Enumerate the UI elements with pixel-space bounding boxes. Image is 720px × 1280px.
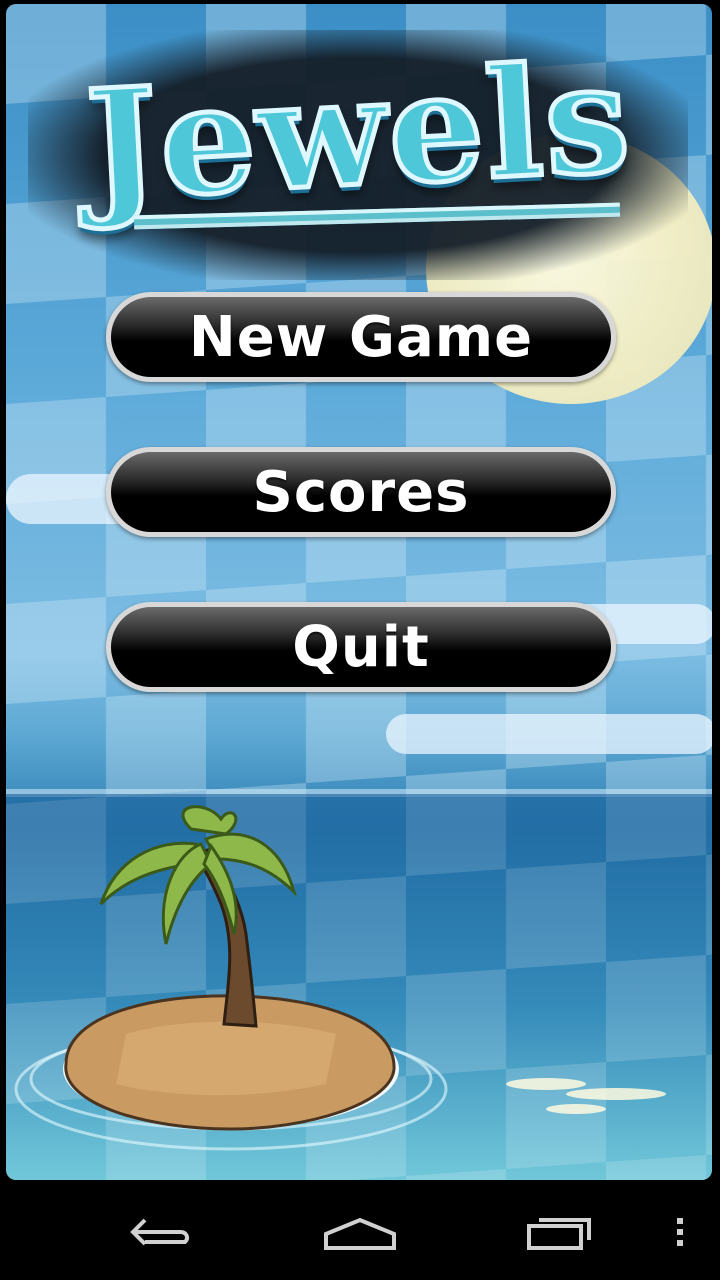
cloud [386, 714, 712, 754]
overflow-menu-icon [677, 1218, 683, 1246]
recents-button[interactable] [520, 1200, 600, 1264]
palm-leaves [99, 805, 297, 945]
new-game-label: New Game [188, 304, 534, 370]
quit-button[interactable]: Quit [106, 602, 616, 692]
back-icon [130, 1218, 190, 1246]
scores-label: Scores [252, 459, 470, 525]
overflow-menu-button[interactable] [660, 1200, 700, 1264]
recents-icon [527, 1218, 591, 1250]
island-illustration [14, 805, 666, 1151]
back-button[interactable] [120, 1200, 200, 1264]
game-screen: Jewels New Game Scores Quit [6, 4, 712, 1180]
android-navigation-bar [0, 1184, 720, 1280]
new-game-button[interactable]: New Game [106, 292, 616, 382]
home-icon [324, 1217, 396, 1250]
quit-label: Quit [292, 614, 430, 680]
home-button[interactable] [320, 1200, 400, 1264]
water-sparkles [506, 1078, 666, 1114]
scores-button[interactable]: Scores [106, 447, 616, 537]
